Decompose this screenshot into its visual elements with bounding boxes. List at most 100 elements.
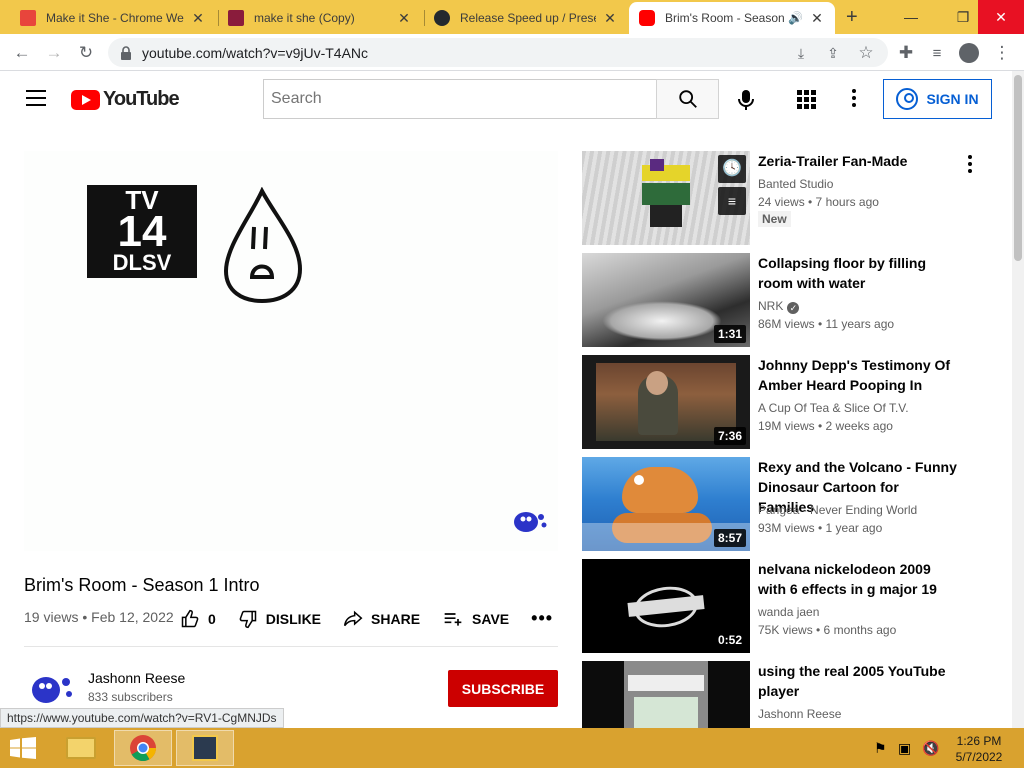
address-bar[interactable]: youtube.com/watch?v=v9jUv-T4ANc — [108, 38, 888, 67]
bookmark-star-icon[interactable]: ☆ — [854, 41, 878, 65]
video-thumbnail[interactable]: 0:52 — [582, 559, 750, 653]
action-center-flag-icon[interactable]: ⚑ — [874, 740, 887, 757]
video-player[interactable]: TV 14 DLSV — [24, 151, 558, 551]
recommendation-item[interactable]: 1:31 Collapsing floor by filling room wi… — [582, 253, 992, 347]
browser-tab-2[interactable]: make it she (Copy) ✕ — [218, 2, 422, 34]
logo-text: YouTube — [103, 88, 180, 110]
install-app-icon[interactable]: ⤓ — [789, 41, 813, 65]
python-app-icon[interactable] — [176, 730, 234, 766]
chrome-web-store-icon — [20, 10, 36, 26]
apps-grid-icon[interactable] — [797, 90, 816, 109]
recommendation-item[interactable]: using the real 2005 YouTube player Jasho… — [582, 661, 992, 728]
divider — [24, 646, 558, 647]
rec-stats: 19M views • 2 weeks ago — [758, 419, 893, 433]
video-thumbnail[interactable]: 7:36 — [582, 355, 750, 449]
share-button[interactable]: SHARE — [343, 609, 420, 629]
chrome-taskbar-icon[interactable] — [114, 730, 172, 766]
rec-channel: Jashonn Reese — [758, 707, 842, 721]
rec-stats: 24 views • 7 hours ago — [758, 195, 879, 209]
water-drop-drawing-icon — [223, 187, 303, 304]
chrome-menu-icon[interactable]: ⋮ — [990, 41, 1014, 65]
subscriber-count: 833 subscribers — [88, 690, 173, 704]
sign-in-button[interactable]: SIGN IN — [883, 79, 992, 119]
rec-title: Zeria-Trailer Fan-Made — [758, 153, 908, 169]
audio-playing-icon[interactable]: 🔊 — [788, 11, 803, 25]
tab-title: Brim's Room - Season — [665, 11, 785, 25]
settings-more-icon[interactable] — [852, 89, 856, 107]
new-tab-icon[interactable]: + — [846, 6, 858, 29]
chrome-icon — [130, 735, 157, 762]
more-actions-icon[interactable]: ••• — [531, 608, 553, 629]
watch-later-icon[interactable]: 🕓 — [718, 155, 746, 183]
channel-avatar[interactable] — [26, 668, 74, 708]
subscribe-button[interactable]: SUBSCRIBE — [448, 670, 558, 707]
close-tab-icon[interactable]: ✕ — [396, 10, 412, 27]
close-tab-icon[interactable]: ✕ — [809, 10, 825, 27]
video-meta: 19 views • Feb 12, 2022 — [24, 609, 174, 625]
scrollbar-thumb[interactable] — [1014, 75, 1022, 261]
channel-name[interactable]: Jashonn Reese — [88, 670, 185, 686]
forward-icon[interactable]: → — [42, 41, 66, 65]
rating-line-3: DLSV — [112, 250, 172, 275]
search-button[interactable] — [656, 79, 719, 119]
add-to-queue-icon[interactable]: ≡ — [718, 187, 746, 215]
hamburger-menu-icon[interactable] — [26, 90, 46, 111]
tab-title: make it she (Copy) — [254, 11, 355, 25]
like-count: 0 — [208, 610, 216, 627]
rec-channel: wanda jaen — [758, 605, 820, 619]
network-icon[interactable]: ▣ — [898, 740, 911, 757]
channel-watermark-icon[interactable] — [510, 507, 548, 535]
recommendation-item[interactable]: 🕓 ≡ Zeria-Trailer Fan-Made Banted Studio… — [582, 151, 992, 245]
close-tab-icon[interactable]: ✕ — [602, 10, 618, 27]
system-clock[interactable]: 1:26 PM 5/7/2022 — [948, 733, 1010, 765]
rec-channel: Pangea - Never Ending World — [758, 503, 918, 517]
volume-muted-icon[interactable]: 🔇 — [922, 740, 939, 757]
rec-channel: NRK ✓ — [758, 299, 800, 314]
browser-tab-3[interactable]: Release Speed up / Preset ✕ — [424, 2, 628, 34]
windows-taskbar: ⚑ ▣ 🔇 1:26 PM 5/7/2022 — [0, 728, 1024, 768]
video-title: Brim's Room - Season 1 Intro — [24, 575, 260, 595]
recommendation-item[interactable]: 0:52 nelvana nickelodeon 2009 with 6 eff… — [582, 559, 992, 653]
dislike-button[interactable]: DISLIKE — [238, 609, 321, 629]
like-button[interactable]: 0 — [180, 609, 216, 629]
recommendation-item[interactable]: 8:57 Rexy and the Volcano - Funny Dinosa… — [582, 457, 992, 551]
clock-date: 5/7/2022 — [955, 750, 1003, 764]
profile-icon[interactable] — [957, 41, 981, 65]
file-explorer-icon[interactable] — [52, 730, 110, 766]
windows-start-icon[interactable] — [10, 737, 36, 759]
share-arrow-icon — [343, 610, 363, 626]
video-thumbnail[interactable] — [582, 661, 750, 728]
microphone-icon[interactable] — [736, 89, 756, 111]
back-icon[interactable]: ← — [10, 41, 34, 65]
browser-tab-1[interactable]: Make it She - Chrome Web ✕ — [10, 2, 216, 34]
search-icon — [678, 90, 697, 108]
close-tab-icon[interactable]: ✕ — [190, 10, 206, 27]
rec-title: Johnny Depp's Testimony Of Amber Heard P… — [758, 357, 951, 393]
extensions-icon[interactable]: ✚ — [894, 41, 918, 65]
minimize-icon[interactable]: — — [888, 0, 934, 34]
dislike-label: DISLIKE — [265, 610, 322, 627]
rec-more-icon[interactable] — [968, 155, 972, 173]
save-button[interactable]: SAVE — [442, 609, 509, 629]
rec-channel-name: NRK — [758, 299, 784, 313]
browser-tab-4[interactable]: Brim's Room - Season 🔊 ✕ — [629, 2, 835, 34]
share-label: SHARE — [371, 610, 421, 627]
rec-stats: 75K views • 6 months ago — [758, 623, 897, 637]
video-thumbnail[interactable]: 1:31 — [582, 253, 750, 347]
share-icon[interactable]: ⇪ — [821, 41, 845, 65]
video-duration: 0:52 — [713, 631, 746, 649]
tab-title: Make it She - Chrome Web — [46, 11, 184, 25]
video-thumbnail[interactable]: 🕓 ≡ — [582, 151, 750, 245]
thumbs-up-icon — [181, 609, 199, 627]
media-control-icon[interactable]: ≡ — [925, 41, 949, 65]
page-scrollbar[interactable] — [1012, 71, 1024, 728]
search-input[interactable] — [263, 79, 656, 119]
recommendation-item[interactable]: 7:36 Johnny Depp's Testimony Of Amber He… — [582, 355, 992, 449]
rec-channel: Banted Studio — [758, 177, 834, 191]
close-window-icon[interactable]: ✕ — [978, 0, 1024, 34]
video-thumbnail[interactable]: 8:57 — [582, 457, 750, 551]
account-icon — [896, 88, 919, 110]
reload-icon[interactable]: ↻ — [74, 41, 98, 65]
youtube-logo[interactable]: YouTube — [71, 88, 180, 111]
rec-title: nelvana nickelodeon 2009 with 6 effects … — [758, 561, 937, 597]
